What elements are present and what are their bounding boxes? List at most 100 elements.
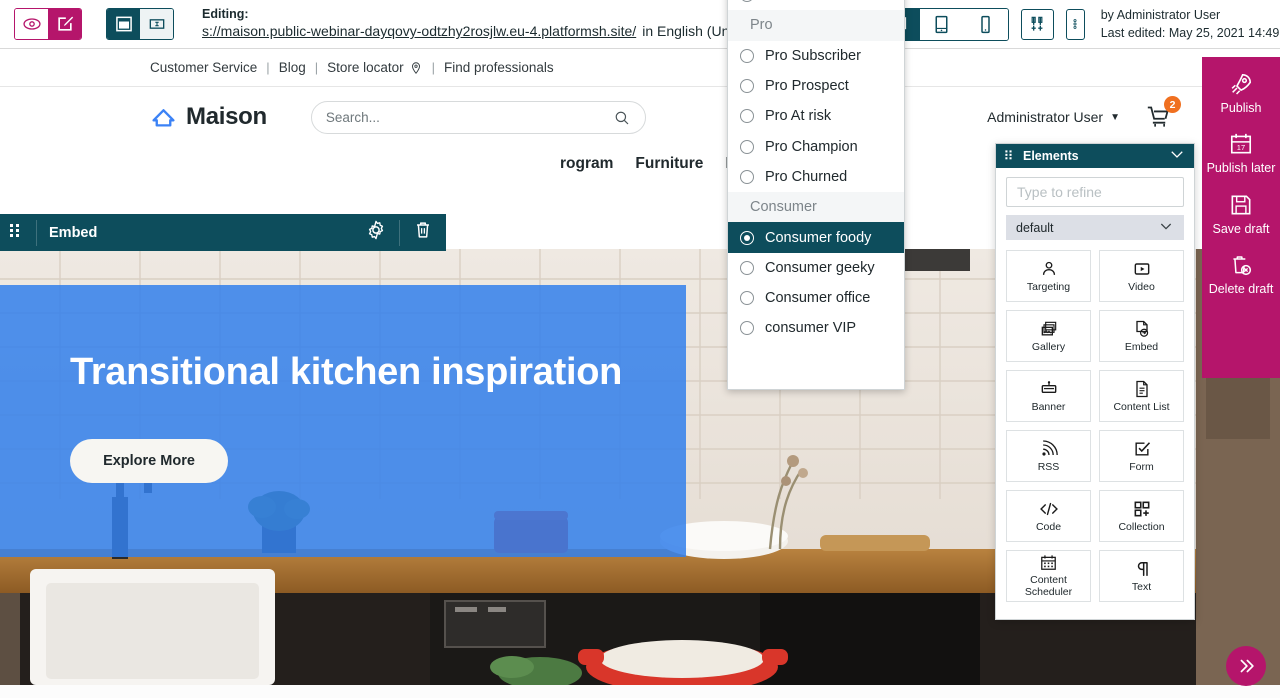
- pilcrow-icon: [1137, 561, 1148, 576]
- element-tile-embed[interactable]: Embed: [1099, 310, 1184, 362]
- elements-category-value: default: [1016, 220, 1054, 235]
- elements-refine-input[interactable]: Type to refine: [1006, 177, 1184, 207]
- search-placeholder: Search...: [325, 109, 380, 125]
- editing-info: Editing: s://maison.public-webinar-dayqo…: [202, 7, 816, 40]
- segment-option-pro-champion[interactable]: Pro Champion: [728, 131, 904, 161]
- element-tile-code[interactable]: Code: [1006, 490, 1091, 542]
- segment-option-reseller-churned[interactable]: Reseller Churned: [728, 0, 904, 10]
- radio-icon: [740, 321, 754, 336]
- elements-category-select[interactable]: default: [1006, 215, 1184, 240]
- magnifier-icon: [615, 111, 629, 124]
- action-rail: Publish 17 Publish later Save draft Dele…: [1202, 57, 1280, 378]
- map-pin-icon: [411, 61, 420, 74]
- pencil-square-icon: [57, 16, 73, 31]
- delete-draft-button[interactable]: Delete draft: [1202, 252, 1280, 296]
- element-tile-label: Video: [1128, 280, 1155, 293]
- radio-icon: [740, 169, 754, 184]
- toolbar-divider: [399, 219, 400, 246]
- embed-element-toolbar[interactable]: Embed: [0, 214, 446, 251]
- device-tablet-button[interactable]: [919, 8, 964, 40]
- segment-dropdown-menu[interactable]: Reseller Churned Pro Pro Subscriber Pro …: [727, 0, 905, 390]
- element-tile-label: RSS: [1037, 460, 1060, 473]
- more-options-button[interactable]: [1065, 8, 1085, 40]
- drag-grip-icon[interactable]: [8, 222, 24, 243]
- collection-grid-icon: [1134, 501, 1149, 517]
- editing-label: Editing:: [202, 7, 249, 22]
- segment-option-consumer-foody[interactable]: Consumer foody: [728, 222, 904, 253]
- editing-url-link[interactable]: s://maison.public-webinar-dayqovy-odtzhy…: [202, 23, 636, 39]
- site-search-input[interactable]: Search...: [310, 100, 646, 134]
- layout-text-button[interactable]: [140, 9, 173, 39]
- nav-item-furniture[interactable]: Furniture: [635, 155, 703, 173]
- element-tile-label: Gallery: [1031, 340, 1066, 353]
- segment-option-consumer-office[interactable]: Consumer office: [728, 283, 904, 313]
- segment-option-label: Consumer foody: [765, 229, 872, 246]
- content-list-icon: [1135, 380, 1148, 397]
- segment-option-label: Pro At risk: [765, 108, 832, 125]
- element-tile-label: Banner: [1031, 400, 1066, 413]
- segment-option-pro-subscriber[interactable]: Pro Subscriber: [728, 41, 904, 71]
- segment-group-consumer: Consumer: [728, 192, 904, 223]
- element-tile-video[interactable]: Video: [1099, 250, 1184, 302]
- hero-color-overlay: [0, 285, 686, 557]
- nav-item-program[interactable]: rogram: [560, 155, 613, 173]
- code-brackets-icon: [1039, 502, 1058, 515]
- publish-later-button[interactable]: 17 Publish later: [1202, 131, 1280, 175]
- elements-panel-collapse-button[interactable]: [1168, 145, 1186, 168]
- kebab-menu-icon: [1073, 19, 1077, 29]
- site-utility-bar: Customer Service | Blog | Store locator …: [0, 49, 1280, 87]
- byline-author: by Administrator User: [1100, 7, 1221, 22]
- site-brand[interactable]: Maison: [150, 103, 267, 131]
- embed-delete-button[interactable]: [412, 219, 434, 246]
- drag-grip-icon[interactable]: [1004, 147, 1015, 165]
- mode-toggle-group[interactable]: [14, 8, 82, 40]
- embed-settings-button[interactable]: [365, 219, 387, 246]
- cart-button[interactable]: 2: [1145, 96, 1181, 135]
- element-tile-form[interactable]: Form: [1099, 430, 1184, 482]
- utility-link-store-locator[interactable]: Store locator: [327, 60, 404, 75]
- element-tile-label: Collection: [1118, 520, 1165, 533]
- element-tile-text[interactable]: Text: [1099, 550, 1184, 602]
- publish-button[interactable]: Publish: [1202, 71, 1280, 115]
- calendar-icon: [1041, 555, 1056, 571]
- embed-element-label: Embed: [49, 224, 98, 241]
- edit-mode-button[interactable]: [48, 9, 81, 39]
- embed-doc-icon: [1135, 320, 1148, 337]
- element-tile-gallery[interactable]: Gallery: [1006, 310, 1091, 362]
- radio-icon: [740, 48, 754, 63]
- caret-down-icon: ▼: [1110, 111, 1120, 123]
- segment-option-label: Consumer geeky: [765, 259, 875, 276]
- segment-option-pro-churned[interactable]: Pro Churned: [728, 162, 904, 192]
- preview-mode-button[interactable]: [15, 9, 48, 39]
- expand-panel-fab[interactable]: [1226, 646, 1266, 686]
- hero-explore-more-button[interactable]: Explore More: [70, 439, 228, 483]
- save-draft-label: Save draft: [1212, 221, 1270, 236]
- utility-link-find-professionals[interactable]: Find professionals: [444, 60, 554, 75]
- save-draft-button[interactable]: Save draft: [1202, 192, 1280, 236]
- segment-option-consumer-geeky[interactable]: Consumer geeky: [728, 253, 904, 283]
- element-tile-targeting[interactable]: Targeting: [1006, 250, 1091, 302]
- segment-option-pro-prospect[interactable]: Pro Prospect: [728, 71, 904, 101]
- element-tile-banner[interactable]: Banner: [1006, 370, 1091, 422]
- hero-title: Transitional kitchen inspiration: [70, 351, 623, 393]
- segment-option-consumer-vip[interactable]: consumer VIP: [728, 313, 904, 343]
- segment-group-label: Pro: [750, 17, 773, 34]
- floppy-disk-icon: [1231, 195, 1251, 215]
- segment-option-pro-at-risk[interactable]: Pro At risk: [728, 101, 904, 131]
- element-tile-content-list[interactable]: Content List: [1099, 370, 1184, 422]
- segment-option-label: Pro Subscriber: [765, 47, 861, 64]
- element-tile-collection[interactable]: Collection: [1099, 490, 1184, 542]
- utility-link-customer-service[interactable]: Customer Service: [150, 60, 257, 75]
- account-menu[interactable]: Administrator User ▼: [987, 109, 1120, 125]
- ab-test-button[interactable]: [1020, 8, 1054, 40]
- element-tile-label: Code: [1035, 520, 1062, 533]
- utility-link-blog[interactable]: Blog: [279, 60, 306, 75]
- element-tile-content-scheduler[interactable]: Content Scheduler: [1006, 550, 1091, 602]
- segment-option-label: Pro Churned: [765, 168, 848, 185]
- elements-panel-header[interactable]: Elements: [996, 144, 1194, 168]
- layout-toggle-group[interactable]: [106, 8, 174, 40]
- element-tile-label: Text: [1131, 580, 1152, 593]
- layout-columns-button[interactable]: [107, 9, 140, 39]
- element-tile-rss[interactable]: RSS: [1006, 430, 1091, 482]
- device-mobile-button[interactable]: [963, 8, 1008, 40]
